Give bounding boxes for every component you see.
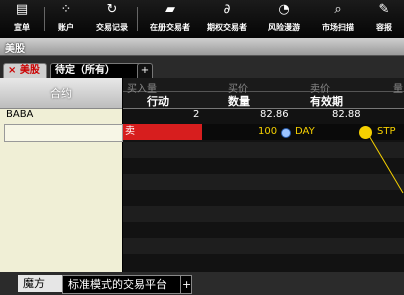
symbol-cell: BABA [6,109,34,120]
book-icon: ▰ [165,2,175,17]
report-icon: ✎ [378,2,390,17]
toolbar-separator [44,7,45,31]
order-action-cell[interactable]: 卖 [123,124,204,140]
add-tab-button[interactable]: + [137,63,153,78]
toolbar-report-button[interactable]: ✎ 容报 [364,2,404,36]
bid-cell: 82.86 [260,109,289,120]
toolbar-label: 账户 [58,23,74,32]
column-headers: 买入量 行动 买价 数量 卖价 有效期 量 [123,78,404,109]
order-contract-cell[interactable] [4,124,123,142]
toolbar-trades-button[interactable]: ↻ 交易记录 [92,2,132,36]
clock-icon[interactable] [281,128,291,138]
toolbar-label: 在册交易者 [150,23,190,32]
page-tabs: × 美股 待定（所有） + [0,56,404,78]
window-title-bar: 美股 [0,38,404,56]
header-action[interactable]: 行动 [147,93,169,109]
toolbar-account-button[interactable]: ⁘ 账户 [46,2,86,36]
toolbar-scanner-button[interactable]: ⌕ 市场扫描 [318,2,358,36]
toolbar-booktrader-button[interactable]: ▰ 在册交易者 [150,2,190,36]
toolbar-risk-button[interactable]: ◔ 风险漫游 [264,2,304,36]
order-quantity[interactable]: 100 [258,126,277,137]
tab-us-stocks[interactable]: × 美股 [3,63,47,78]
bid-size-cell: 2 [193,109,200,120]
tab-pending-all[interactable]: 待定（所有） [50,63,142,78]
toolbar-label: 风险漫游 [268,23,300,32]
empty-row [123,222,404,238]
scanner-icon: ⌕ [334,2,342,17]
toolbar-label: 市场扫描 [322,23,354,32]
main-toolbar: ▤ 宣单 ⁘ 账户 ↻ 交易记录 ▰ 在册交易者 ∂ 期权交易者 ◔ 风险漫游 … [0,0,404,38]
quote-grid: 合约 买入量 行动 买价 数量 卖价 有效期 量 BABA 2 82.86 82… [0,78,404,272]
table-row[interactable]: BABA 2 82.86 82.88 [0,109,404,122]
footer-add-tab-button[interactable]: + [180,275,192,294]
document-icon: ▤ [15,2,29,17]
contract-header-label: 合约 [50,87,72,100]
header-tif[interactable]: 有效期 [310,93,343,109]
empty-row [123,206,404,222]
header-quantity[interactable]: 数量 [228,93,250,109]
toolbar-label: 期权交易者 [207,23,247,32]
ask-cell: 82.88 [332,109,361,120]
window-title: 美股 [5,44,25,55]
footer-tabs: 魔方 标准模式的交易平台 + [0,272,404,295]
footer-tab-classic-tws[interactable]: 标准模式的交易平台 [62,275,182,294]
empty-row [123,142,404,158]
risk-navigator-icon: ◔ [278,2,290,17]
option-trader-icon: ∂ [223,2,231,17]
drag-line-icon [367,133,404,194]
toolbar-optiontrader-button[interactable]: ∂ 期权交易者 [207,2,247,36]
toolbar-label: 交易记录 [96,23,128,32]
toolbar-label: 宣单 [14,23,30,32]
account-icon: ⁘ [60,2,72,17]
empty-row [123,254,404,270]
trade-log-icon: ↻ [106,2,118,17]
header-divider [123,91,404,92]
order-tif[interactable]: DAY [295,126,315,137]
toolbar-label: 容报 [376,23,392,32]
contract-header[interactable]: 合约 [0,78,122,109]
empty-row [123,238,404,254]
empty-row [123,190,404,206]
order-row[interactable]: 卖 100 DAY STP [0,123,404,142]
footer-tab-mosaic[interactable]: 魔方 [18,275,66,292]
toolbar-order-button[interactable]: ▤ 宣单 [2,2,42,36]
toolbar-separator [137,7,138,31]
empty-row [123,158,404,174]
header-ask-size[interactable]: 量 [393,80,403,95]
empty-row [123,174,404,190]
